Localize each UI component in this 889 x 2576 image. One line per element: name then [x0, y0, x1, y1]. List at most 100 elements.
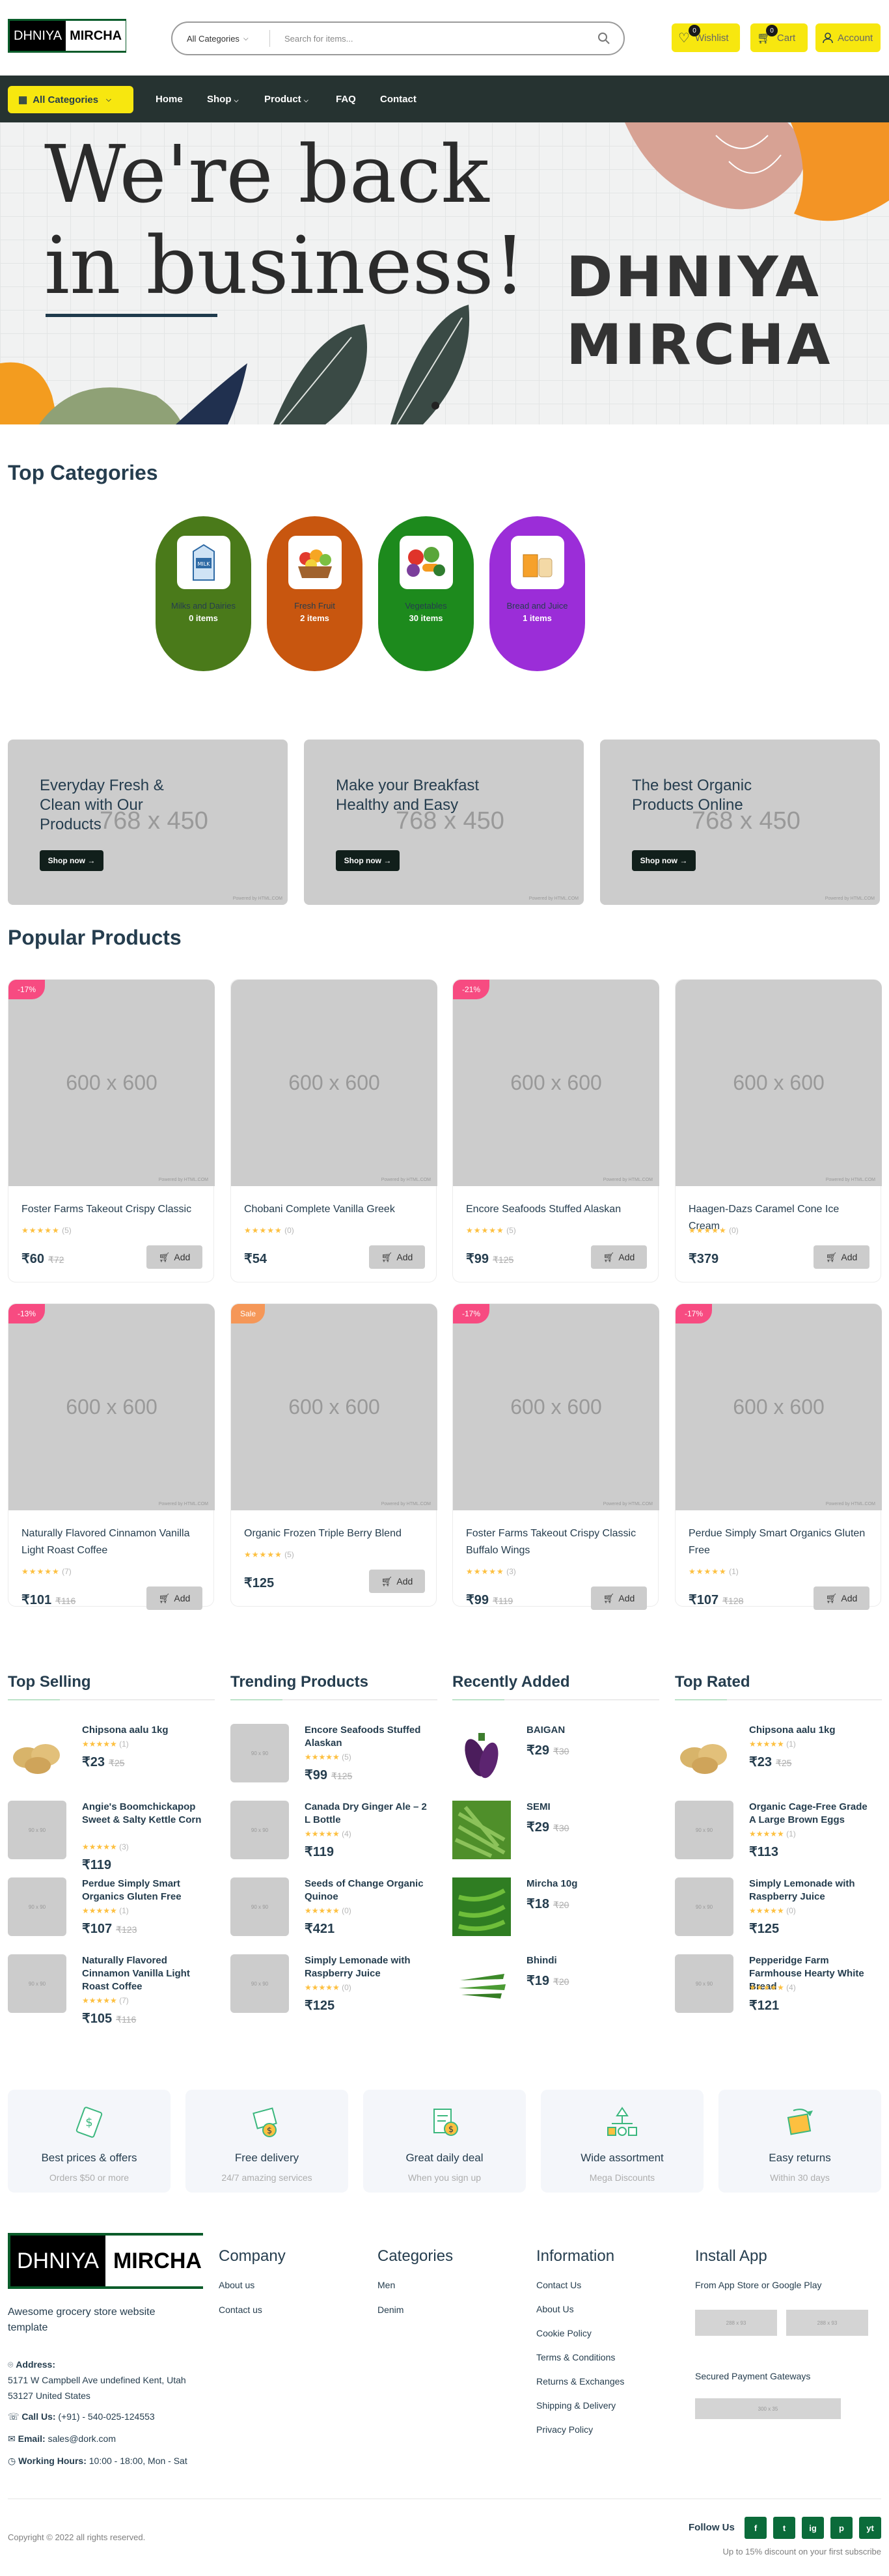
list-item-name[interactable]: Perdue Simply Smart Organics Gluten Free: [82, 1877, 206, 1904]
product-name[interactable]: Encore Seafoods Stuffed Alaskan: [466, 1201, 648, 1218]
list-item-name[interactable]: Encore Seafoods Stuffed Alaskan: [305, 1724, 428, 1750]
list-item-name[interactable]: Bhindi: [527, 1954, 650, 1967]
add-to-cart-button[interactable]: 🛒︎ Add: [369, 1570, 425, 1593]
eggplant-image[interactable]: [452, 1724, 511, 1782]
footer-link[interactable]: Shipping & Delivery: [536, 2400, 616, 2411]
app-store-badge[interactable]: 288 x 93: [695, 2310, 777, 2336]
product-thumbnail[interactable]: 90 x 90: [8, 1877, 66, 1936]
site-logo[interactable]: DHNIYA MIRCHA: [8, 19, 126, 53]
instagram-icon[interactable]: ig: [802, 2517, 824, 2539]
add-to-cart-button[interactable]: 🛒︎ Add: [146, 1586, 202, 1610]
footer-link[interactable]: Returns & Exchanges: [536, 2376, 624, 2387]
product-image[interactable]: 600 x 600: [676, 980, 882, 1186]
list-item-name[interactable]: Organic Cage-Free Grade A Large Brown Eg…: [749, 1801, 873, 1827]
search-category-select[interactable]: All Categories ⌵: [172, 30, 270, 47]
product-card[interactable]: 600 x 600 Powered by HTML.COM -13% Naturall…: [8, 1303, 215, 1610]
product-name[interactable]: Naturally Flavored Cinnamon Vanilla Ligh…: [21, 1525, 204, 1559]
product-image[interactable]: 600 x 600: [231, 980, 437, 1186]
category-card[interactable]: Bread and Juice 1 items: [489, 516, 585, 671]
list-item[interactable]: BAIGAN ₹29 ₹30: [452, 1724, 654, 1789]
list-item[interactable]: Mircha 10g ₹18 ₹20: [452, 1877, 654, 1943]
footer-link[interactable]: Contact Us: [536, 2280, 581, 2290]
product-card[interactable]: 600 x 600 Powered by HTML.COM -17% Foster F…: [8, 979, 215, 1282]
product-name[interactable]: Organic Frozen Triple Berry Blend: [244, 1525, 426, 1542]
nav-product[interactable]: Product ⌵: [264, 94, 308, 105]
list-item[interactable]: 90 x 90 Simply Lemonade with Raspberry Ju…: [675, 1877, 877, 1943]
footer-link[interactable]: About Us: [536, 2304, 574, 2314]
product-name[interactable]: Chobani Complete Vanilla Greek: [244, 1201, 426, 1218]
product-image[interactable]: 600 x 600: [676, 1304, 882, 1510]
list-item[interactable]: 90 x 90 Perdue Simply Smart Organics Glut…: [8, 1877, 210, 1943]
list-item[interactable]: 90 x 90 Angie's Boomchickapop Sweet & Sal…: [8, 1801, 210, 1872]
twitter-icon[interactable]: t: [773, 2517, 795, 2539]
cart-button[interactable]: 🛒︎ 0 Cart: [750, 23, 808, 52]
product-card[interactable]: 600 x 600 Powered by HTML.COM Sale Organic …: [230, 1303, 437, 1607]
footer-link[interactable]: About us: [219, 2280, 254, 2290]
nav-shop[interactable]: Shop ⌵: [207, 94, 239, 105]
product-thumbnail[interactable]: 90 x 90: [230, 1954, 289, 2013]
all-categories-button[interactable]: ▦ All Categories ⌵: [8, 86, 133, 113]
product-card[interactable]: 600 x 600 Powered by HTML.COM -21% Encore S…: [452, 979, 659, 1282]
product-thumbnail[interactable]: 90 x 90: [8, 1954, 66, 2013]
product-thumbnail[interactable]: 90 x 90: [230, 1801, 289, 1859]
product-name[interactable]: Foster Farms Takeout Crispy Classic: [21, 1201, 204, 1218]
list-item-name[interactable]: BAIGAN: [527, 1724, 650, 1737]
list-item-name[interactable]: Canada Dry Ginger Ale – 2 L Bottle: [305, 1801, 428, 1827]
list-item-name[interactable]: Chipsona aalu 1kg: [82, 1724, 206, 1737]
add-to-cart-button[interactable]: 🛒︎ Add: [591, 1586, 647, 1610]
product-card[interactable]: 600 x 600 Powered by HTML.COM Chobani Comp…: [230, 979, 437, 1282]
search-input[interactable]: Search for items...: [270, 34, 584, 44]
list-item[interactable]: SEMI ₹29 ₹30: [452, 1801, 654, 1866]
product-image[interactable]: 600 x 600: [453, 1304, 659, 1510]
list-item[interactable]: Bhindi ₹19 ₹20: [452, 1954, 654, 2019]
list-item[interactable]: 90 x 90 Seeds of Change Organic Quinoe ★★★…: [230, 1877, 432, 1943]
category-card[interactable]: Fresh Fruit 2 items: [267, 516, 362, 671]
product-thumbnail[interactable]: 90 x 90: [675, 1954, 733, 2013]
list-item[interactable]: 90 x 90 Canada Dry Ginger Ale – 2 L Bottl…: [230, 1801, 432, 1866]
shop-now-button[interactable]: Shop now →: [632, 850, 696, 871]
nav-home[interactable]: Home: [156, 94, 183, 105]
product-name[interactable]: Foster Farms Takeout Crispy Classic Buff…: [466, 1525, 648, 1559]
list-item[interactable]: Chipsona aalu 1kg ★★★★★ (1) ₹23 ₹25: [8, 1724, 210, 1789]
promo-banner[interactable]: 768 x 450 The best Organic Products Onli…: [600, 740, 880, 905]
product-image[interactable]: 600 x 600: [8, 1304, 215, 1510]
list-item-name[interactable]: SEMI: [527, 1801, 650, 1814]
list-item-name[interactable]: Mircha 10g: [527, 1877, 650, 1890]
list-item[interactable]: 90 x 90 Organic Cage-Free Grade A Large B…: [675, 1801, 877, 1866]
footer-logo[interactable]: DHNIYA MIRCHA: [8, 2233, 210, 2289]
search-icon[interactable]: [584, 32, 623, 45]
shop-now-button[interactable]: Shop now →: [40, 850, 103, 871]
wishlist-button[interactable]: ♡ 0 Wishlist: [672, 23, 740, 52]
footer-link[interactable]: Contact us: [219, 2305, 262, 2315]
product-card[interactable]: 600 x 600 Powered by HTML.COM Haagen-Dazs …: [675, 979, 882, 1282]
nav-contact[interactable]: Contact: [380, 94, 417, 105]
add-to-cart-button[interactable]: 🛒︎ Add: [814, 1586, 869, 1610]
product-image[interactable]: 600 x 600: [8, 980, 215, 1186]
pinterest-icon[interactable]: p: [830, 2517, 853, 2539]
add-to-cart-button[interactable]: 🛒︎ Add: [146, 1245, 202, 1269]
promo-banner[interactable]: 768 x 450 Make your Breakfast Healthy an…: [304, 740, 584, 905]
potato-image[interactable]: [8, 1724, 66, 1782]
beans-image[interactable]: [452, 1801, 511, 1859]
product-image[interactable]: 600 x 600: [453, 980, 659, 1186]
list-item-name[interactable]: Simply Lemonade with Raspberry Juice: [749, 1877, 873, 1904]
add-to-cart-button[interactable]: 🛒︎ Add: [369, 1245, 425, 1269]
list-item[interactable]: 90 x 90 Encore Seafoods Stuffed Alaskan ★★…: [230, 1724, 432, 1789]
product-card[interactable]: 600 x 600 Powered by HTML.COM -17% Foster F…: [452, 1303, 659, 1610]
youtube-icon[interactable]: yt: [859, 2517, 881, 2539]
footer-link[interactable]: Men: [377, 2280, 395, 2290]
category-card[interactable]: MILK Milks and Dairies 0 items: [156, 516, 251, 671]
add-to-cart-button[interactable]: 🛒︎ Add: [591, 1245, 647, 1269]
product-card[interactable]: 600 x 600 Powered by HTML.COM -17% Perdue S…: [675, 1303, 882, 1610]
facebook-icon[interactable]: f: [745, 2517, 767, 2539]
category-card[interactable]: Vegetables 30 items: [378, 516, 474, 671]
list-item-name[interactable]: Chipsona aalu 1kg: [749, 1724, 873, 1737]
shop-now-button[interactable]: Shop now →: [336, 850, 400, 871]
list-item-name[interactable]: Simply Lemonade with Raspberry Juice: [305, 1954, 428, 1980]
footer-link[interactable]: Denim: [377, 2305, 403, 2315]
add-to-cart-button[interactable]: 🛒︎ Add: [814, 1245, 869, 1269]
list-item-name[interactable]: Naturally Flavored Cinnamon Vanilla Ligh…: [82, 1954, 206, 1993]
product-thumbnail[interactable]: 90 x 90: [675, 1877, 733, 1936]
footer-link[interactable]: Terms & Conditions: [536, 2352, 615, 2362]
nav-faq[interactable]: FAQ: [336, 94, 356, 105]
